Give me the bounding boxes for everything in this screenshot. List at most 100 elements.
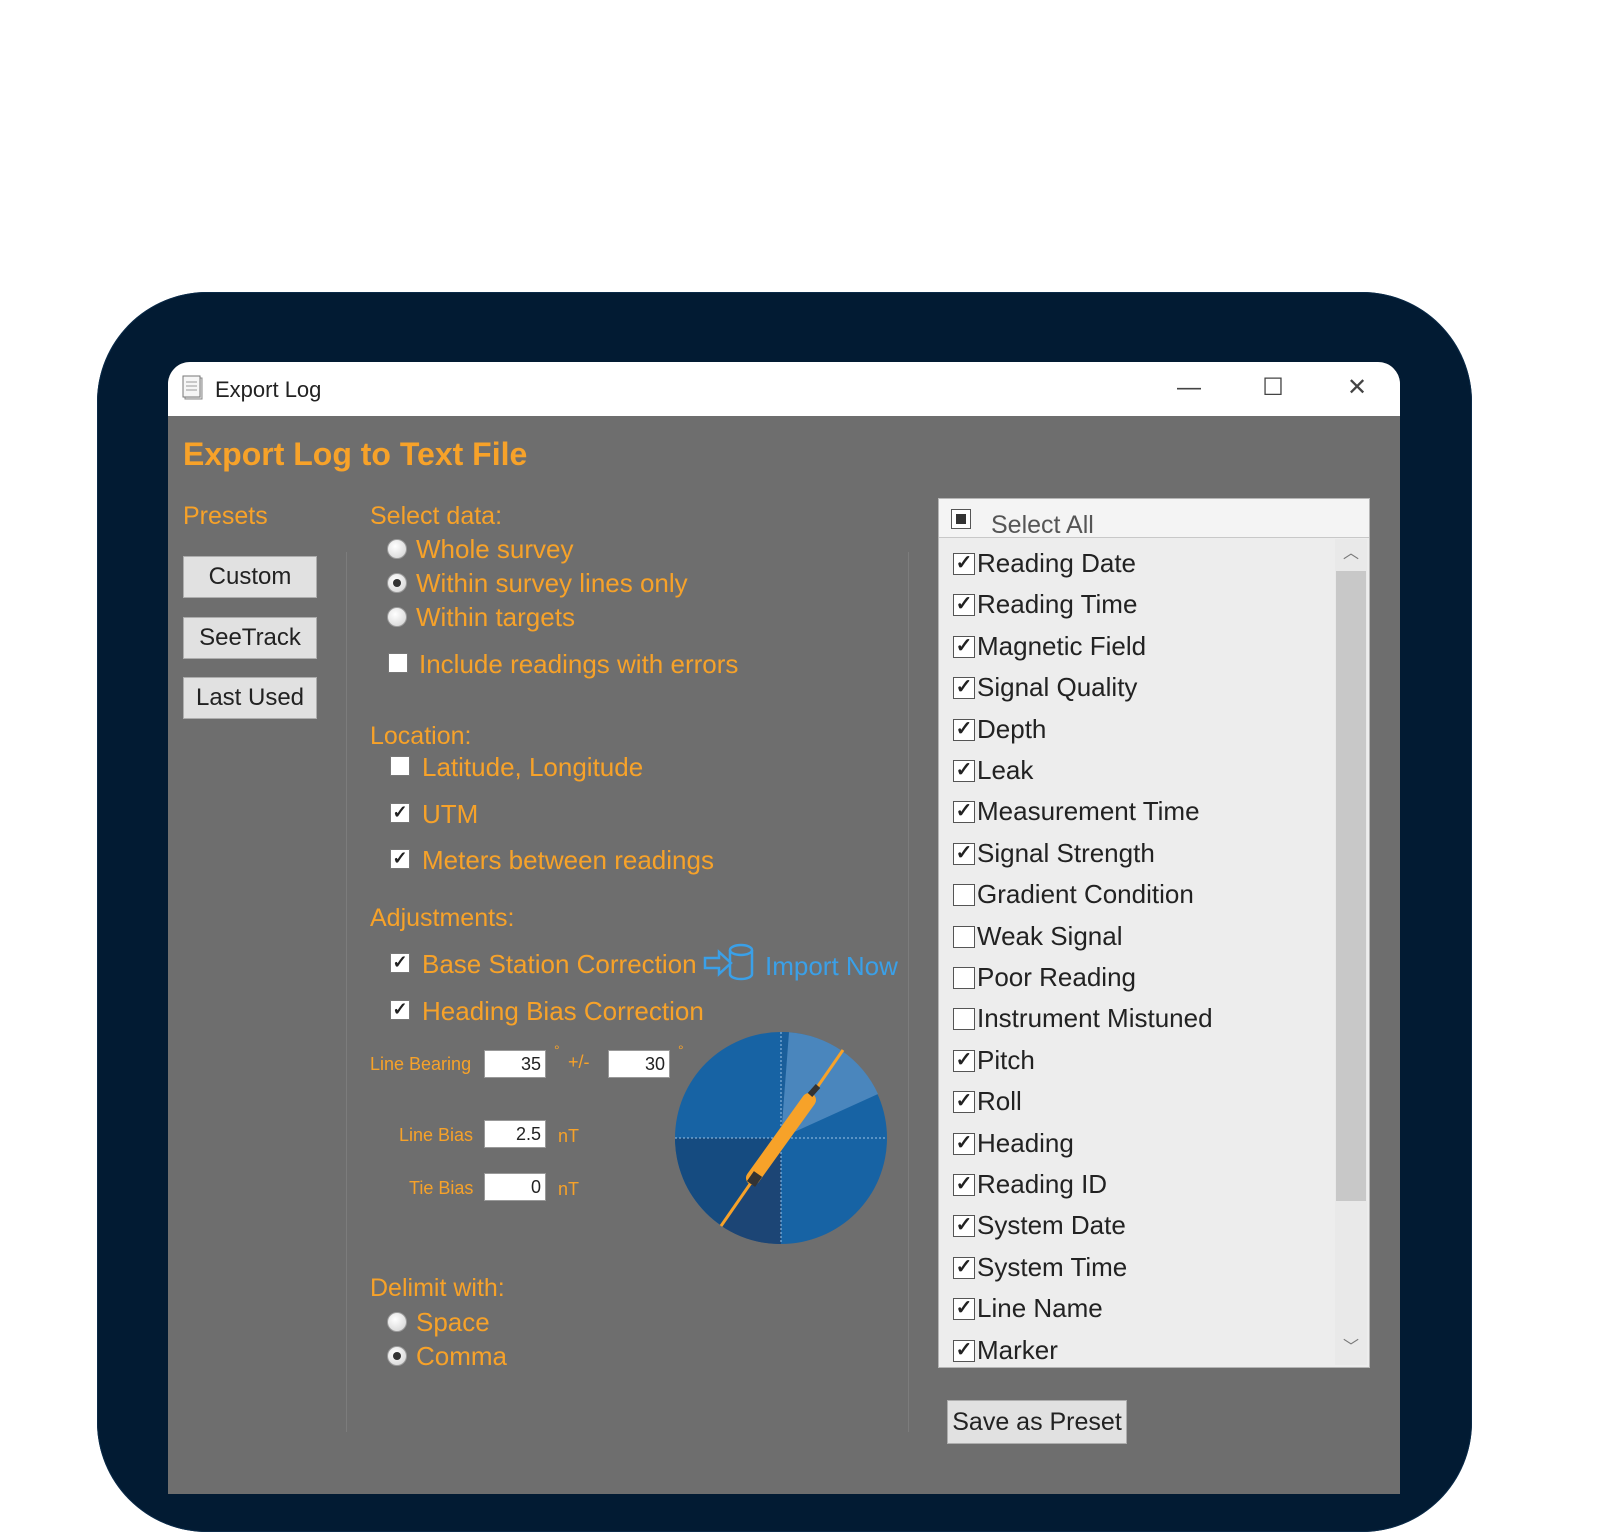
field-item-checkbox[interactable]: ✓ <box>953 1339 975 1362</box>
radio-within-survey-lines[interactable] <box>387 573 407 593</box>
column-divider <box>346 552 347 1432</box>
line-bearing-label: Line Bearing <box>370 1054 472 1074</box>
field-item-checkbox[interactable]: ✓ <box>953 718 975 741</box>
select-data-label: Select data: <box>370 502 503 530</box>
save-as-preset-button[interactable]: Save as Preset <box>947 1400 1127 1444</box>
field-item-label: Reading Time <box>977 589 1138 620</box>
bearing-tolerance-input[interactable]: 30 <box>608 1050 670 1078</box>
field-item-label: Signal Strength <box>977 837 1155 868</box>
meters-label: Meters between readings <box>422 845 714 875</box>
include-errors-checkbox[interactable] <box>388 653 408 673</box>
field-item-checkbox[interactable]: ✓ <box>953 677 975 700</box>
latlong-label: Latitude, Longitude <box>422 752 644 782</box>
preset-seetrack-button[interactable]: SeeTrack <box>183 617 317 659</box>
radio-comma-label: Comma <box>416 1341 508 1371</box>
radio-space[interactable] <box>387 1312 407 1332</box>
field-item-checkbox[interactable]: ✓ <box>953 1049 975 1072</box>
field-item-label: Measurement Time <box>977 796 1200 827</box>
utm-checkbox[interactable]: ✓ <box>390 803 410 823</box>
heading-bias-label: Heading Bias Correction <box>422 996 704 1026</box>
radio-comma[interactable] <box>387 1346 407 1366</box>
field-item-checkbox[interactable]: ✓ <box>953 1215 975 1238</box>
app-icon <box>182 375 206 401</box>
field-item-label: Heading <box>977 1127 1074 1158</box>
bearing-dial <box>673 1030 889 1246</box>
field-item-checkbox[interactable]: ✓ <box>953 553 975 575</box>
adjustments-label: Adjustments: <box>370 904 515 932</box>
presets-label: Presets <box>183 502 268 530</box>
field-item-label: Magnetic Field <box>977 630 1147 661</box>
field-item-label: Poor Reading <box>977 962 1136 992</box>
title-bar: Export Log — ☐ ✕ <box>168 362 1400 416</box>
base-station-checkbox[interactable]: ✓ <box>390 953 410 973</box>
field-item-label: Pitch <box>977 1044 1035 1075</box>
radio-within-targets-label: Within targets <box>416 602 575 632</box>
field-item-checkbox[interactable] <box>953 967 975 989</box>
field-item-checkbox[interactable]: ✓ <box>953 801 975 824</box>
preset-last-used-button[interactable]: Last Used <box>183 677 317 719</box>
field-item-label: System Date <box>977 1210 1126 1241</box>
indeterminate-mark <box>956 514 966 524</box>
import-database-icon[interactable] <box>703 942 755 984</box>
field-item-checkbox[interactable]: ✓ <box>953 594 975 617</box>
field-item-label: Marker <box>977 1334 1058 1365</box>
field-item-checkbox[interactable]: ✓ <box>953 1256 975 1279</box>
tie-bias-unit: nT <box>558 1179 580 1199</box>
scrollbar-thumb[interactable] <box>1336 571 1366 1201</box>
scroll-up-icon[interactable]: ︿ <box>1335 539 1367 569</box>
location-label: Location: <box>370 722 472 750</box>
export-log-window: Export Log — ☐ ✕ Export Log to Text File… <box>168 362 1400 1494</box>
delimit-label: Delimit with: <box>370 1274 505 1302</box>
field-item-label: Depth <box>977 713 1047 744</box>
preset-custom-button[interactable]: Custom <box>183 556 317 598</box>
field-item-label: Signal Quality <box>977 672 1138 703</box>
line-bias-input[interactable]: 2.5 <box>484 1120 546 1148</box>
radio-within-targets[interactable] <box>387 607 407 627</box>
select-all-label: Select All <box>991 511 1094 539</box>
radio-whole-survey-label: Whole survey <box>416 534 574 564</box>
field-item-label: Line Name <box>977 1293 1103 1324</box>
field-item-checkbox[interactable]: ✓ <box>953 842 975 865</box>
scroll-down-icon[interactable]: ﹀ <box>1335 1333 1367 1363</box>
radio-within-survey-lines-label: Within survey lines only <box>416 568 688 598</box>
column-divider <box>908 552 909 1432</box>
field-item-checkbox[interactable] <box>953 884 975 907</box>
field-item-checkbox[interactable]: ✓ <box>953 1298 975 1321</box>
tie-bias-label: Tie Bias <box>409 1178 474 1198</box>
radio-whole-survey[interactable] <box>387 539 407 559</box>
heading-bias-checkbox[interactable]: ✓ <box>390 1000 410 1020</box>
field-item-label: Gradient Condition <box>977 879 1194 910</box>
field-item-checkbox[interactable]: ✓ <box>953 1132 975 1155</box>
line-bias-unit: nT <box>558 1126 580 1146</box>
field-item-label: Leak <box>977 755 1034 785</box>
import-now-link[interactable]: Import Now <box>765 951 898 982</box>
field-item-checkbox[interactable]: ✓ <box>953 1174 975 1196</box>
latlong-checkbox[interactable] <box>390 756 410 776</box>
field-item-checkbox[interactable]: ✓ <box>953 760 975 782</box>
meters-checkbox[interactable]: ✓ <box>390 849 410 869</box>
page-title: Export Log to Text File <box>183 436 528 472</box>
degree-symbol: ° <box>554 1042 560 1058</box>
field-list-panel: Select All ✓ Reading Date ✓ Reading Time ✓ Ma… <box>938 498 1370 1368</box>
field-item-label: Roll <box>977 1086 1022 1117</box>
close-button[interactable]: ✕ <box>1329 370 1385 408</box>
window-title: Export Log <box>215 377 322 402</box>
select-all-checkbox[interactable] <box>951 509 971 529</box>
field-item-label: System Time <box>977 1251 1128 1282</box>
field-item-label: Instrument Mistuned <box>977 1003 1213 1034</box>
line-bias-label: Line Bias <box>399 1125 474 1145</box>
base-station-label: Base Station Correction <box>422 949 697 979</box>
plus-minus-label: +/- <box>568 1052 590 1072</box>
field-item-checkbox[interactable]: ✓ <box>953 1091 975 1114</box>
field-item-checkbox[interactable] <box>953 925 975 948</box>
scrollbar[interactable]: ︿ ﹀ <box>1335 539 1367 1365</box>
line-bearing-input[interactable]: 35 <box>484 1050 546 1078</box>
maximize-button[interactable]: ☐ <box>1245 370 1301 408</box>
select-all-bar: Select All <box>939 499 1369 539</box>
field-item-checkbox[interactable]: ✓ <box>953 635 975 658</box>
field-item-label: Reading Date <box>977 548 1136 578</box>
tie-bias-input[interactable]: 0 <box>484 1173 546 1201</box>
radio-space-label: Space <box>416 1307 490 1337</box>
minimize-button[interactable]: — <box>1161 370 1217 408</box>
field-item-checkbox[interactable] <box>953 1008 975 1031</box>
